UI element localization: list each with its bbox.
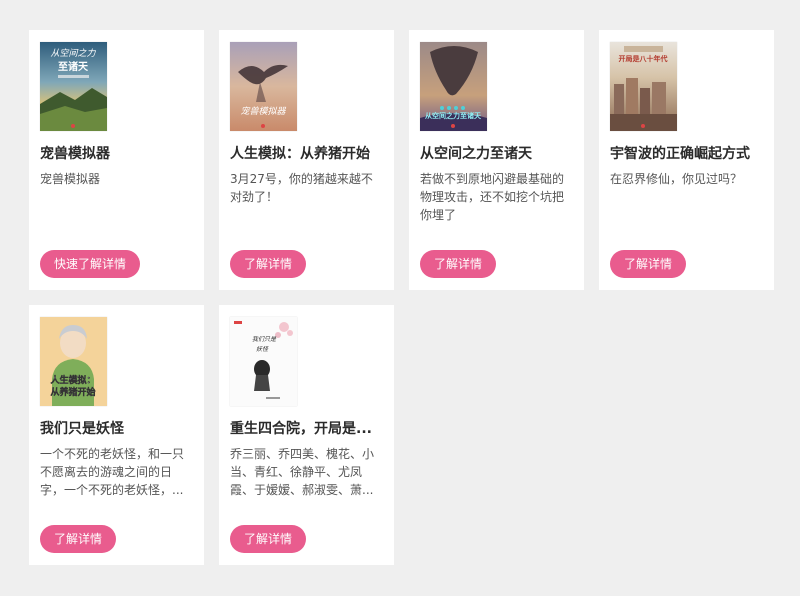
book-title[interactable]: 宠兽模拟器 — [40, 144, 193, 164]
book-card: 宠兽模拟器 人生模拟：从养猪开始 3月27号，你的猪越来越不对劲了！ 了解详情 — [219, 30, 394, 290]
svg-text:人生模拟：: 人生模拟： — [49, 374, 95, 386]
book-cover-ink-icon[interactable]: 我们只是 妖怪 — [230, 317, 297, 406]
details-button[interactable]: 了解详情 — [230, 250, 307, 278]
svg-text:妖怪: 妖怪 — [256, 345, 269, 353]
book-cover-boy-icon[interactable]: 人生模拟： 从养猪开始 — [40, 317, 107, 406]
book-description: 宠兽模拟器 — [40, 172, 101, 186]
details-button[interactable]: 了解详情 — [40, 525, 117, 553]
book-title[interactable]: 从空间之力至诸天 — [420, 144, 573, 164]
details-button[interactable]: 快速了解详情 — [40, 250, 141, 278]
book-cover-landscape-icon[interactable]: 从空间之力 至诸天 — [40, 42, 107, 131]
book-card: 开局是八十年代 宇智波的正确崛起方式 在忍界修仙，你见过吗？ 了解详情 — [599, 30, 774, 290]
book-description: 乔三丽、乔四美、槐花、小当、青红、徐静平、尤凤霞、于嫒嫒、郝淑雯、萧... — [230, 447, 375, 497]
book-title[interactable]: 人生模拟：从养猪开始 — [230, 144, 383, 164]
book-title[interactable]: 我们只是妖怪 — [40, 419, 193, 439]
svg-text:从养猪开始: 从养猪开始 — [50, 386, 95, 398]
svg-text:宠兽模拟器: 宠兽模拟器 — [240, 106, 286, 117]
book-grid: 从空间之力 至诸天 宠兽模拟器 宠兽模拟器 快速了解详情 宠兽模拟器 人生模拟：… — [29, 30, 774, 565]
book-title[interactable]: 宇智波的正确崛起方式 — [610, 144, 763, 164]
book-card: 从空间之力至诸天 从空间之力至诸天 若做不到原地闪避最基础的物理攻击，还不如挖个… — [409, 30, 584, 290]
book-description: 若做不到原地闪避最基础的物理攻击，还不如挖个坑把你埋了 — [420, 172, 565, 222]
book-title[interactable]: 重生四合院，开局是... — [230, 419, 383, 439]
details-button[interactable]: 了解详情 — [420, 250, 497, 278]
svg-text:至诸天: 至诸天 — [58, 60, 89, 73]
details-button[interactable]: 了解详情 — [610, 250, 687, 278]
svg-text:从空间之力: 从空间之力 — [50, 48, 96, 59]
book-description: 一个不死的老妖怪，和一只不愿离去的游魂之间的日字，一个不死的老妖怪，... — [40, 447, 185, 497]
book-cover-island-icon[interactable]: 从空间之力至诸天 — [420, 42, 487, 131]
svg-text:开局是八十年代: 开局是八十年代 — [619, 54, 668, 63]
book-description: 3月27号，你的猪越来越不对劲了！ — [230, 172, 373, 204]
book-description: 在忍界修仙，你见过吗？ — [610, 172, 743, 186]
details-button[interactable]: 了解详情 — [230, 525, 307, 553]
book-card: 人生模拟： 从养猪开始 我们只是妖怪 一个不死的老妖怪，和一只不愿离去的游魂之间… — [29, 305, 204, 565]
book-card: 从空间之力 至诸天 宠兽模拟器 宠兽模拟器 快速了解详情 — [29, 30, 204, 290]
svg-text:从空间之力至诸天: 从空间之力至诸天 — [425, 111, 482, 120]
book-cover-bird-icon[interactable]: 宠兽模拟器 — [230, 42, 297, 131]
book-cover-city-icon[interactable]: 开局是八十年代 — [610, 42, 677, 131]
svg-text:我们只是: 我们只是 — [252, 335, 277, 343]
book-card: 我们只是 妖怪 重生四合院，开局是... 乔三丽、乔四美、槐花、小当、青红、徐静… — [219, 305, 394, 565]
